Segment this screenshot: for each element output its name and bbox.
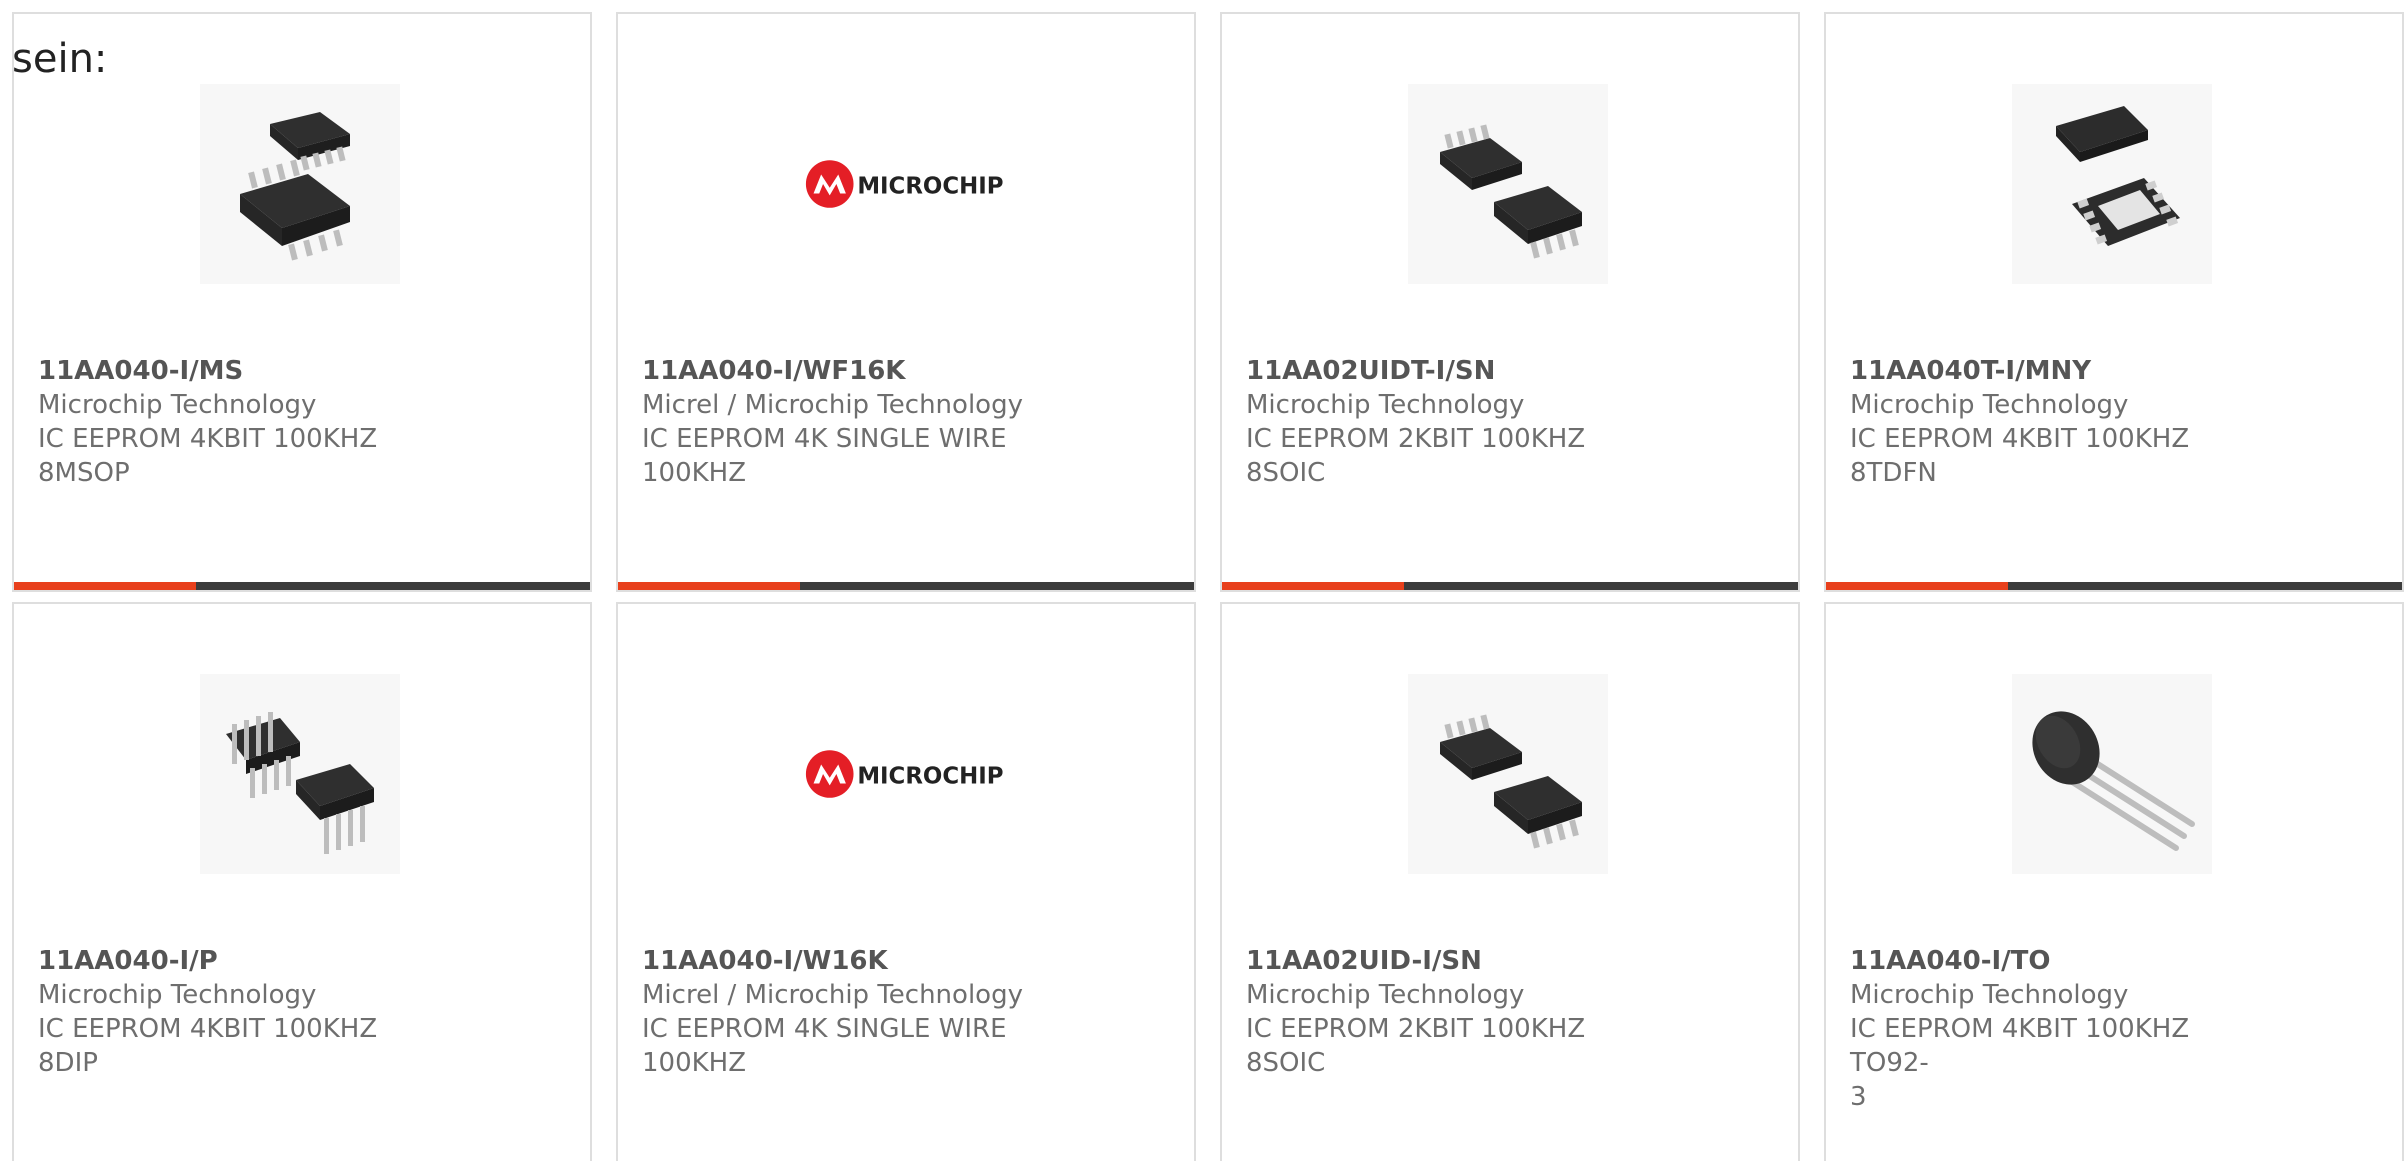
description-line-1: IC EEPROM 4K SINGLE WIRE: [642, 424, 1007, 454]
to92-chip-icon: [2032, 711, 2195, 851]
product-card[interactable]: 11AA02UID-I/SN Microchip Technology IC E…: [1220, 602, 1800, 1161]
product-card[interactable]: 11AA040T-I/MNY Microchip Technology IC E…: [1824, 12, 2404, 592]
product-card[interactable]: 11AA040-I/P Microchip Technology IC EEPR…: [12, 602, 592, 1161]
soic-chip-icon: [1440, 714, 1582, 849]
part-number[interactable]: 11AA02UIDT-I/SN: [1246, 354, 1646, 388]
description-line-1: IC EEPROM 4KBIT 100KHZ TO92-: [1850, 1014, 2190, 1078]
product-image[interactable]: [1408, 674, 1608, 874]
product-info: 11AA040-I/WF16K Micrel / Microchip Techn…: [642, 354, 1042, 490]
product-image[interactable]: [2012, 674, 2212, 874]
soic-chip-icon: [1440, 124, 1582, 259]
part-number[interactable]: 11AA040-I/MS: [38, 354, 438, 388]
part-number[interactable]: 11AA02UID-I/SN: [1246, 944, 1646, 978]
tdfn-chip-icon: [2056, 106, 2180, 246]
manufacturer: Microchip Technology: [1246, 980, 1525, 1010]
product-image[interactable]: [200, 84, 400, 284]
microchip-logo: MICROCHIP: [805, 750, 1003, 798]
description-line-1: IC EEPROM 4KBIT 100KHZ: [38, 424, 378, 454]
description-line-2: 8TDFN: [1850, 458, 1937, 488]
card-footer-bar: [14, 582, 590, 590]
product-grid: 11AA040-I/MS Microchip Technology IC EEP…: [12, 12, 2404, 1161]
card-footer-accent: [618, 582, 800, 590]
product-image[interactable]: [200, 674, 400, 874]
description-line-1: IC EEPROM 4KBIT 100KHZ: [1850, 424, 2190, 454]
card-footer-bar: [1222, 582, 1798, 590]
product-image[interactable]: MICROCHIP: [804, 84, 1004, 284]
description-line-1: IC EEPROM 4K SINGLE WIRE: [642, 1014, 1007, 1044]
part-number[interactable]: 11AA040-I/P: [38, 944, 438, 978]
part-number[interactable]: 11AA040-I/WF16K: [642, 354, 1042, 388]
product-card[interactable]: MICROCHIP 11AA040-I/WF16K Micrel / Micro…: [616, 12, 1196, 592]
intro-text: sein:: [12, 36, 108, 82]
manufacturer: Microchip Technology: [1246, 390, 1525, 420]
description-line-2: 100KHZ: [642, 1048, 747, 1078]
description-line-1: IC EEPROM 4KBIT 100KHZ 8DIP: [38, 1014, 378, 1078]
microchip-logo-text: MICROCHIP: [857, 764, 1003, 790]
part-number[interactable]: 11AA040T-I/MNY: [1850, 354, 2250, 388]
product-info: 11AA040-I/W16K Micrel / Microchip Techno…: [642, 944, 1042, 1080]
manufacturer: Micrel / Microchip Technology: [642, 390, 1023, 420]
description-line-1: IC EEPROM 2KBIT 100KHZ 8SOIC: [1246, 1014, 1586, 1078]
card-footer-bar: [1826, 582, 2402, 590]
product-info: 11AA02UIDT-I/SN Microchip Technology IC …: [1246, 354, 1646, 490]
card-footer-accent: [1222, 582, 1404, 590]
product-image[interactable]: [1408, 84, 1608, 284]
description-line-2: 8MSOP: [38, 458, 130, 488]
part-number[interactable]: 11AA040-I/TO: [1850, 944, 2250, 978]
product-card[interactable]: MICROCHIP 11AA040-I/W16K Micrel / Microc…: [616, 602, 1196, 1161]
product-card[interactable]: 11AA040-I/MS Microchip Technology IC EEP…: [12, 12, 592, 592]
description-line-2: 100KHZ: [642, 458, 747, 488]
description-line-2: 3: [1850, 1082, 1867, 1112]
product-image[interactable]: MICROCHIP: [804, 674, 1004, 874]
manufacturer: Microchip Technology: [1850, 390, 2129, 420]
product-info: 11AA040T-I/MNY Microchip Technology IC E…: [1850, 354, 2250, 490]
card-footer-bar: [618, 582, 1194, 590]
product-info: 11AA040-I/TO Microchip Technology IC EEP…: [1850, 944, 2250, 1114]
product-info: 11AA040-I/P Microchip Technology IC EEPR…: [38, 944, 438, 1080]
dip-chip-icon: [226, 712, 374, 854]
description-line-1: IC EEPROM 2KBIT 100KHZ 8SOIC: [1246, 424, 1586, 488]
manufacturer: Micrel / Microchip Technology: [642, 980, 1023, 1010]
microchip-logo: MICROCHIP: [805, 160, 1003, 208]
product-info: 11AA040-I/MS Microchip Technology IC EEP…: [38, 354, 438, 490]
card-footer-accent: [14, 582, 196, 590]
msop-chip-icon: [240, 112, 350, 261]
manufacturer: Microchip Technology: [38, 390, 317, 420]
microchip-logo-text: MICROCHIP: [857, 174, 1003, 200]
product-grid-page: sein: 11AA040-I/MS Microchip Technology …: [0, 0, 2405, 1161]
product-card[interactable]: 11AA040-I/TO Microchip Technology IC EEP…: [1824, 602, 2404, 1161]
card-footer-accent: [1826, 582, 2008, 590]
part-number[interactable]: 11AA040-I/W16K: [642, 944, 1042, 978]
manufacturer: Microchip Technology: [38, 980, 317, 1010]
manufacturer: Microchip Technology: [1850, 980, 2129, 1010]
product-image[interactable]: [2012, 84, 2212, 284]
product-card[interactable]: 11AA02UIDT-I/SN Microchip Technology IC …: [1220, 12, 1800, 592]
product-info: 11AA02UID-I/SN Microchip Technology IC E…: [1246, 944, 1646, 1080]
